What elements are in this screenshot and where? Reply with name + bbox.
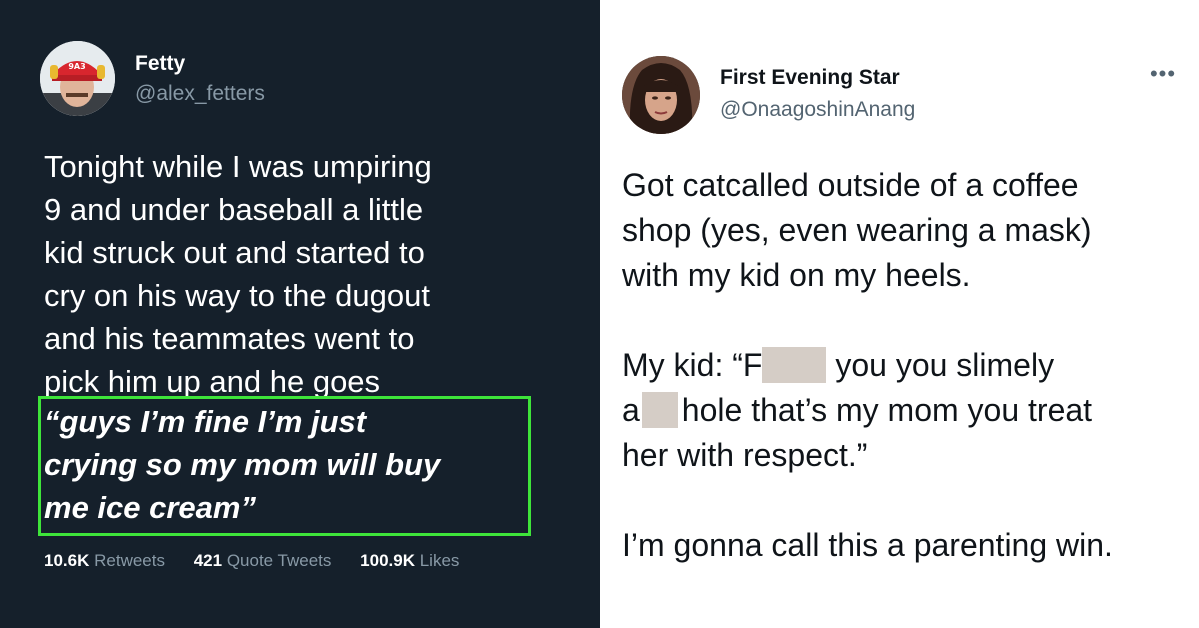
paragraph-break	[622, 298, 1192, 343]
tweet-line: Got catcalled outside of a coffee	[622, 167, 1079, 203]
avatar[interactable]: 9A3	[40, 41, 115, 116]
svg-text:9A3: 9A3	[68, 62, 85, 71]
tweet-line: a hole that’s my mom you treat	[622, 388, 1192, 433]
tweet-line: her with respect.”	[622, 437, 868, 473]
redaction-block	[641, 392, 678, 428]
tweet-fragment: My kid: “F	[622, 347, 763, 383]
paragraph-break	[622, 478, 1192, 523]
retweets-stat[interactable]: 10.6K Retweets	[44, 551, 165, 570]
avatar-image: 9A3	[40, 41, 115, 116]
more-horizontal-icon[interactable]: •••	[1148, 62, 1178, 86]
avatar[interactable]	[622, 56, 700, 134]
tweet-stats: 10.6K Retweets 421 Quote Tweets 100.9K L…	[44, 551, 483, 571]
tweet-line: 9 and under baseball a little	[44, 192, 424, 227]
author-handle[interactable]: @alex_fetters	[135, 82, 265, 106]
tweet-fragment: hole that’s my mom you treat	[681, 392, 1093, 428]
tweet-line: Tonight while I was umpiring	[44, 149, 432, 184]
tweet-line: kid struck out and started to	[44, 235, 425, 270]
tweet-line: I’m gonna call this a parenting win.	[622, 527, 1113, 563]
author-name[interactable]: Fetty	[135, 52, 185, 76]
quote-tweets-stat[interactable]: 421 Quote Tweets	[194, 551, 332, 570]
tweet-fragment: a	[622, 392, 640, 428]
tweet-line: cry on his way to the dugout	[44, 278, 431, 313]
tweet-line: and his teammates went to	[44, 321, 415, 356]
tweet-line: My kid: “F you you slimely	[622, 343, 1192, 388]
tweet-text: Tonight while I was umpiring 9 and under…	[44, 145, 564, 403]
tweet-fragment: you you slimely	[826, 347, 1055, 383]
tweet-line: with my kid on my heels.	[622, 257, 971, 293]
tweet-text: Got catcalled outside of a coffee shop (…	[622, 163, 1192, 568]
redaction-block	[762, 347, 827, 383]
tweet-line: shop (yes, even wearing a mask)	[622, 212, 1092, 248]
author-name[interactable]: First Evening Star	[720, 66, 900, 90]
likes-stat[interactable]: 100.9K Likes	[360, 551, 459, 570]
avatar-image	[622, 56, 700, 134]
author-handle[interactable]: @OnaagoshinAnang	[720, 98, 915, 122]
highlight-box	[38, 396, 531, 536]
